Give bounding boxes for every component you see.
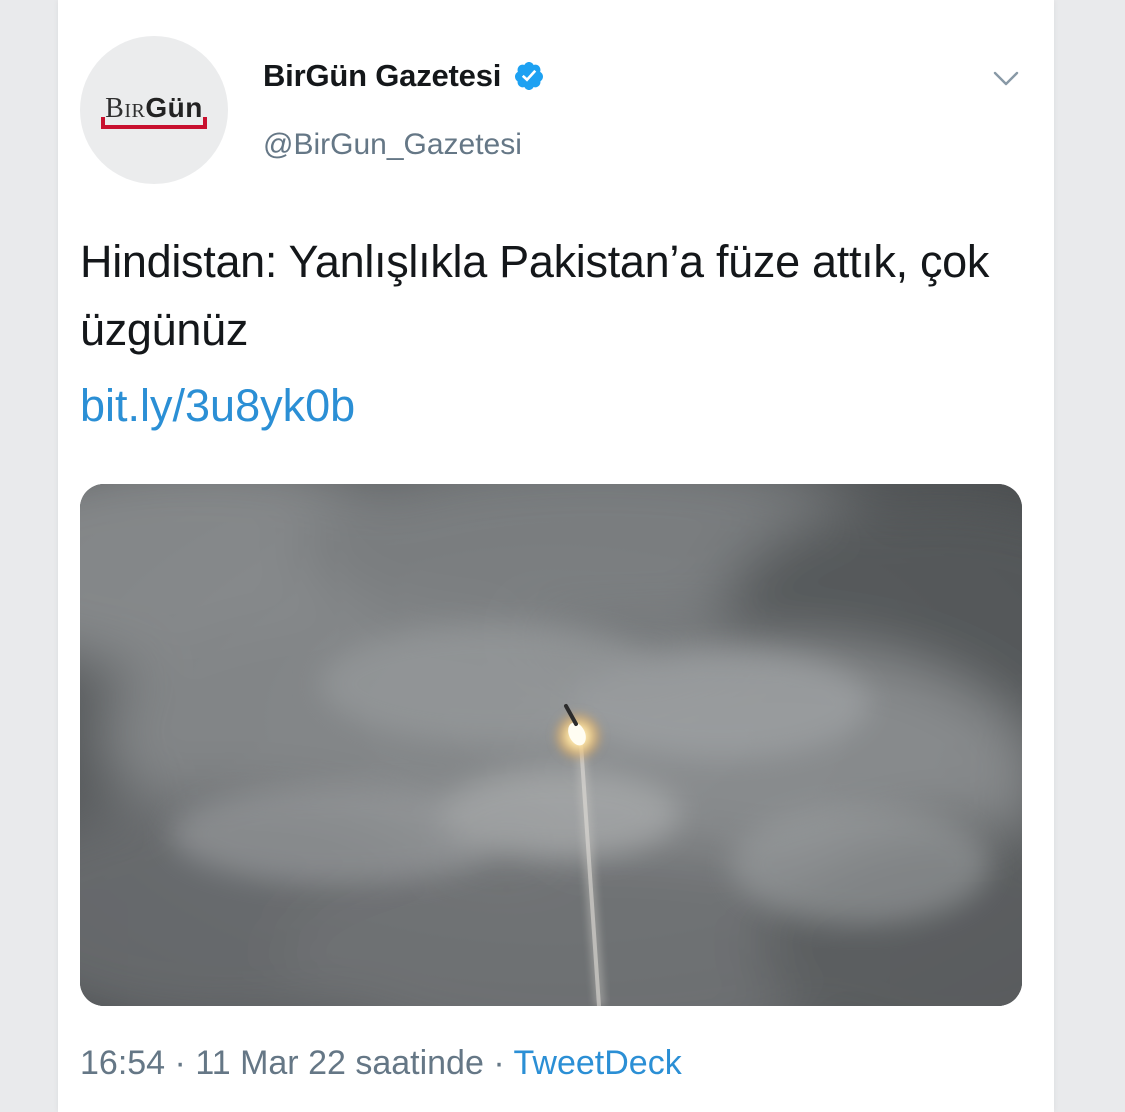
meta-separator: · bbox=[174, 1044, 186, 1082]
logo-text-light: Bir bbox=[105, 92, 146, 124]
author-name-row: BirGün Gazetesi bbox=[263, 58, 545, 94]
author-display-name[interactable]: BirGün Gazetesi bbox=[263, 58, 501, 94]
birgun-logo: BirGün bbox=[101, 91, 207, 129]
logo-tick-right bbox=[202, 116, 207, 129]
tweet-link[interactable]: bit.ly/3u8yk0b bbox=[80, 372, 355, 440]
tweet-meta: 16:54 · 11 Mar 22 saatinde · TweetDeck bbox=[80, 1044, 682, 1083]
logo-text-bold: Gün bbox=[145, 91, 203, 123]
meta-separator: · bbox=[493, 1044, 505, 1082]
verified-badge-icon bbox=[515, 62, 544, 90]
logo-tick-left bbox=[101, 116, 106, 129]
logo-underline bbox=[101, 124, 207, 129]
missile-launch-photo bbox=[80, 484, 1022, 1006]
author-handle[interactable]: @BirGun_Gazetesi bbox=[263, 128, 522, 162]
avatar[interactable]: BirGün bbox=[80, 36, 228, 184]
chevron-down-icon[interactable] bbox=[990, 64, 1022, 92]
tweet-media-photo[interactable] bbox=[80, 484, 1022, 1006]
tweet-time[interactable]: 16:54 bbox=[80, 1044, 165, 1082]
tweet-source[interactable]: TweetDeck bbox=[514, 1044, 682, 1082]
tweet-card: BirGün BirGün Gazetesi @BirGun_Gazetesi … bbox=[58, 0, 1054, 1112]
tweet-date[interactable]: 11 Mar 22 saatinde bbox=[195, 1044, 484, 1082]
tweet-text: Hindistan: Yanlışlıkla Pakistan’a füze a… bbox=[80, 236, 990, 355]
